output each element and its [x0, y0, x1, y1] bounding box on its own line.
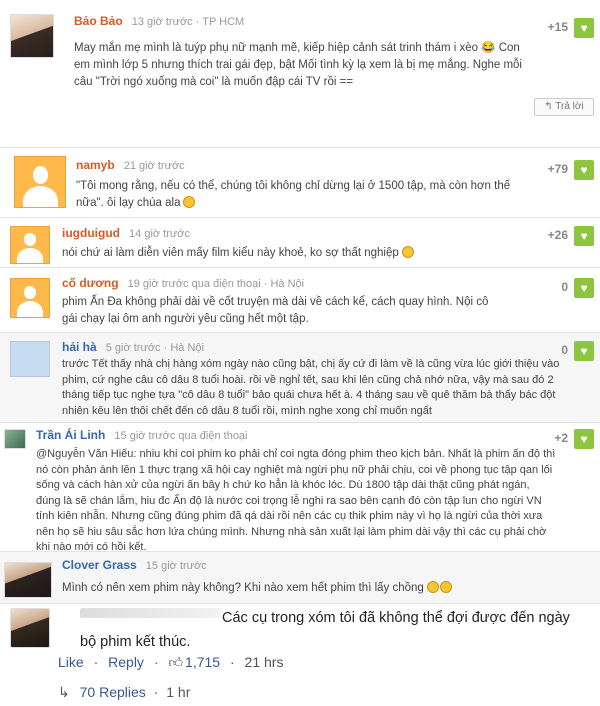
comment-author[interactable]: hải hà	[62, 340, 97, 354]
comment-text: Các cụ trong xóm tôi đã không thể đợi đư…	[80, 610, 570, 650]
reply-arrow-icon: ↳	[58, 684, 70, 700]
replies-time: 1 hr	[166, 684, 191, 700]
facebook-comment: Các cụ trong xóm tôi đã không thể đợi đư…	[0, 604, 600, 706]
comment-item: hải hà 5 giờ trước · Hà Nội trước Tết th…	[0, 333, 600, 423]
comment-score: +79	[547, 162, 568, 176]
heart-icon[interactable]: ♥	[574, 160, 594, 180]
comment-author[interactable]: iugduigud	[62, 226, 120, 240]
comment-text: Mình có nên xem phim này không? Khi nào …	[62, 582, 424, 594]
avatar[interactable]	[4, 429, 26, 449]
reply-button[interactable]: ↰ Trả lời	[534, 98, 594, 116]
comment-score: +15	[547, 20, 568, 34]
comment-meta: 19 giờ trước qua điện thoại · Hà Nội	[127, 278, 305, 290]
like-button[interactable]: Like	[58, 654, 84, 670]
comment-text: @Nguyễn Văn Hiếu: nhiu khi coi phim ko p…	[36, 448, 556, 553]
avatar[interactable]	[10, 226, 50, 264]
view-replies-link[interactable]: 70 Replies	[80, 684, 146, 700]
comment-author[interactable]: Trần Ái Linh	[36, 428, 105, 442]
comment-item: Clover Grass 15 giờ trước Mình có nên xe…	[0, 552, 600, 604]
likes-count[interactable]: 1,715	[185, 654, 220, 670]
heart-icon[interactable]: ♥	[574, 341, 594, 361]
reply-button[interactable]: Reply	[108, 654, 144, 670]
comment-meta: 21 giờ trước	[123, 160, 185, 172]
emoji-icon	[401, 246, 414, 258]
comment-item: Trần Ái Linh 15 giờ trước qua điện thoại…	[0, 423, 600, 553]
comment-item: iugduigud 14 giờ trước nói chứ ai làm di…	[0, 218, 600, 268]
comment-author[interactable]: cố dương	[62, 276, 119, 290]
avatar[interactable]	[10, 14, 54, 58]
comment-author[interactable]: Bảo Bảo	[74, 14, 123, 28]
comment-item: namyb 21 giờ trước "Tôi mong rằng, nếu c…	[0, 148, 600, 218]
comment-meta: 5 giờ trước · Hà Nội	[105, 342, 204, 354]
avatar[interactable]	[10, 341, 50, 377]
comment-text: May mắn mẹ mình là tuýp phụ nữ mạnh mẽ, …	[74, 42, 522, 88]
comment-text: "Tôi mong rằng, nếu có thể, chúng tôi kh…	[76, 180, 511, 209]
comment-text: trước Tết thấy nhà chị hàng xóm ngày nào…	[62, 358, 560, 417]
avatar[interactable]	[10, 278, 50, 318]
emoji-icon	[426, 581, 439, 593]
comment-time: 21 hrs	[244, 654, 284, 670]
heart-icon[interactable]: ♥	[574, 18, 594, 38]
comment-meta: 15 giờ trước	[145, 560, 207, 572]
heart-icon[interactable]: ♥	[574, 278, 594, 298]
thumbs-up-icon: 👍︎	[168, 654, 184, 670]
comment-score: 0	[561, 343, 568, 357]
comment-meta: 15 giờ trước qua điện thoại	[114, 430, 248, 442]
comment-meta: 13 giờ trước · TP HCM	[131, 16, 245, 28]
comment-item: cố dương 19 giờ trước qua điện thoại · H…	[0, 268, 600, 333]
comment-text: phim Ấn Đa không phải dài về cốt truyện …	[62, 296, 489, 325]
comment-score: +2	[554, 431, 568, 445]
comment-score: 0	[561, 280, 568, 294]
avatar[interactable]	[10, 608, 50, 648]
comment-score: +26	[547, 228, 568, 242]
comment-author[interactable]: Clover Grass	[62, 558, 137, 572]
emoji-icon	[439, 581, 452, 593]
comment-text: nói chứ ai làm diễn viên mấy film kiểu n…	[62, 247, 399, 259]
avatar[interactable]	[4, 562, 52, 598]
comment-meta: 14 giờ trước	[129, 228, 190, 240]
emoji-icon	[183, 196, 196, 208]
avatar[interactable]	[14, 156, 66, 208]
comment-item: Bảo Bảo 13 giờ trước · TP HCM May mắn mẹ…	[0, 0, 600, 148]
heart-icon[interactable]: ♥	[574, 429, 594, 449]
comment-author[interactable]: namyb	[76, 158, 115, 172]
heart-icon[interactable]: ♥	[574, 226, 594, 246]
